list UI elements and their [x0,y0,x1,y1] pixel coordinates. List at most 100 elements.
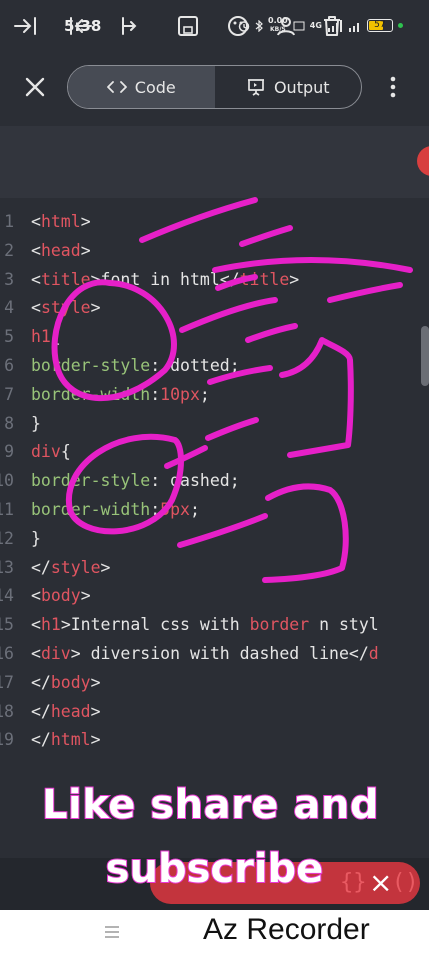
tab-code-label: Code [134,77,176,97]
code-text: <body> [31,581,91,610]
scrollbar-thumb[interactable] [421,326,429,386]
code-token: body [40,586,81,606]
code-line[interactable]: 1 <html> [0,208,429,236]
line-number: 9 [4,442,14,462]
code-token: border-style [31,356,151,375]
code-token: < [31,615,41,635]
code-token: head [40,240,81,260]
tab-right-icon[interactable] [12,12,40,40]
line-number: 3 [4,269,14,289]
code-token: < [31,212,41,231]
code-token: : dashed; [150,471,240,491]
code-line[interactable]: 5 h1{ [0,322,429,351]
code-token: } [31,413,41,433]
code-token: head [50,701,91,721]
code-token: ; [199,384,210,404]
code-token: h1 [40,615,61,635]
code-token: < [31,586,41,606]
code-text: <head> [31,236,91,265]
code-line[interactable]: 12} [0,524,429,553]
battery-level: 57 [374,20,386,30]
line-number: 6 [4,356,14,375]
code-text: h1{ [31,322,61,351]
code-text: border-style: dotted; [31,351,240,380]
code-line[interactable]: 11 border-width:5px; [0,495,429,524]
palette-icon[interactable] [224,12,252,40]
code-line[interactable]: 17 </body> [0,668,429,697]
code-token: border [249,615,310,635]
line-number: 13 [0,557,14,577]
watermark-text: Az Recorder [203,913,370,946]
line-number: 17 [0,672,14,692]
line-number: 18 [0,701,14,721]
code-line[interactable]: 19 </html> [0,725,429,753]
more-options-icon[interactable] [386,75,400,99]
code-token: < [31,240,41,260]
tab-code[interactable]: Code [68,66,215,108]
code-text: } [31,524,41,553]
code-token: > [90,672,101,692]
code-token: > [90,730,101,750]
code-line[interactable]: 18 </head> [0,697,429,726]
line-number: 12 [0,528,14,548]
view-switcher: Code Output [67,65,362,109]
code-line[interactable]: 9 div{ [0,437,429,466]
code-line[interactable]: 15 <h1>Internal css with border n styl [0,610,429,639]
code-line[interactable]: 2 <head> [0,236,429,265]
code-text: </body> [31,668,101,697]
code-line[interactable]: 6 border-style: dotted; [0,351,429,380]
code-line[interactable]: 3 <title>font in html</title> [0,265,429,294]
code-text: </html> [31,725,101,753]
code-token: < [31,644,41,663]
code-text: </style> [31,553,110,582]
code-line[interactable]: 10 border-style: dashed; [0,466,429,495]
code-token: : dotted; [150,356,240,375]
code-token: border-width [31,500,151,519]
tab-left-icon[interactable] [66,12,94,40]
battery-icon: 57 [366,19,393,32]
code-token: html [50,730,91,750]
code-text: border-width:5px; [31,495,200,524]
code-text: border-width:10px; [31,380,210,409]
code-token: : [150,384,161,404]
code-token: > [289,269,300,289]
menu-icon[interactable] [104,925,120,939]
code-text: <title>font in html</title> [31,265,299,294]
code-token: body [50,672,91,692]
code-text: <h1>Internal css with border n styl [31,610,379,639]
cursor-icon[interactable] [115,12,143,40]
delete-icon[interactable] [318,12,346,40]
code-text: </head> [31,697,101,726]
code-token: ; [189,500,200,519]
code-line[interactable]: 13 </style> [0,553,429,582]
code-text: } [31,409,41,438]
code-line[interactable]: 7 border-width:10px; [0,380,429,409]
code-token: < [31,298,41,318]
privacy-dot [397,23,403,28]
line-number: 16 [0,644,14,663]
code-token: >font in html</ [90,269,240,289]
caption-line-2: subscribe [105,845,325,893]
code-line[interactable]: 16 <div> diversion with dashed line</d [0,639,429,668]
file-title-bar [0,126,429,198]
person-icon[interactable] [272,12,300,40]
code-text: div{ [31,437,71,466]
code-token: border-style [31,471,151,491]
code-line[interactable]: 4 <style> [0,293,429,322]
code-token: >Internal css with [60,615,250,635]
line-number: 1 [4,212,14,231]
code-token: </ [31,557,51,577]
tab-output[interactable]: Output [215,66,362,108]
save-icon[interactable] [174,12,202,40]
code-line[interactable]: 8} [0,409,429,438]
code-editor[interactable]: 1 <html> 2 <head> 3 <title>font in html</titl… [0,208,429,753]
line-number: 10 [0,471,14,491]
code-token: { [60,442,71,462]
close-icon[interactable] [22,74,48,100]
code-line[interactable]: 14 <body> [0,581,429,610]
bluetooth-icon [255,19,263,32]
code-token: title [40,269,91,289]
code-token: 10px [160,384,200,404]
line-number: 14 [0,586,14,606]
code-token: > [100,557,111,577]
